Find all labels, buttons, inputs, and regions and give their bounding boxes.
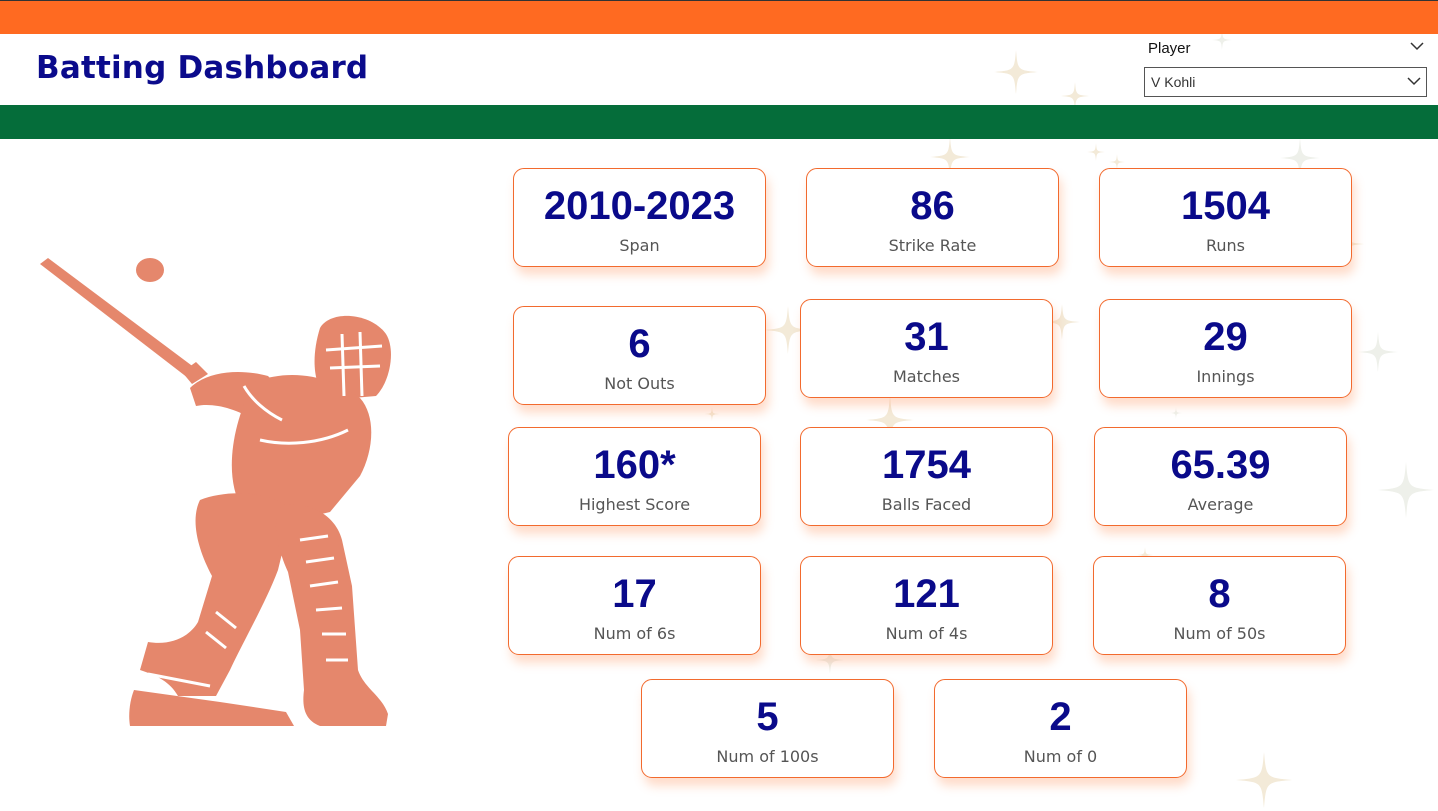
stat-card-not-outs: 6 Not Outs xyxy=(513,306,766,405)
stat-card-ducks: 2 Num of 0 xyxy=(934,679,1187,778)
stat-label: Num of 100s xyxy=(716,747,819,766)
stat-value: 6 xyxy=(628,322,651,366)
stat-label: Highest Score xyxy=(578,495,691,514)
stat-card-runs: 1504 Runs xyxy=(1099,168,1352,267)
stat-label: Num of 4s xyxy=(885,624,968,643)
stat-value: 86 xyxy=(910,184,955,228)
stat-label: Span xyxy=(619,236,660,255)
stat-value: 1754 xyxy=(882,443,971,487)
player-dropdown-value: V Kohli xyxy=(1151,74,1196,90)
stat-label: Num of 50s xyxy=(1173,624,1266,643)
stat-card-innings: 29 Innings xyxy=(1099,299,1352,398)
top-accent-bar xyxy=(0,0,1438,34)
stat-label: Average xyxy=(1187,495,1254,514)
chevron-down-icon[interactable] xyxy=(1406,74,1422,88)
stat-card-fours: 121 Num of 4s xyxy=(800,556,1053,655)
stat-label: Balls Faced xyxy=(881,495,972,514)
chevron-down-icon[interactable] xyxy=(1409,39,1425,53)
stat-card-average: 65.39 Average xyxy=(1094,427,1347,526)
stat-card-span: 2010-2023 Span xyxy=(513,168,766,267)
stat-card-strike-rate: 86 Strike Rate xyxy=(806,168,1059,267)
page-title: Batting Dashboard xyxy=(36,50,369,86)
stat-label: Runs xyxy=(1205,236,1245,255)
stat-label: Num of 6s xyxy=(593,624,676,643)
stat-value: 2010-2023 xyxy=(543,184,736,228)
stat-value: 5 xyxy=(756,695,779,739)
stat-value: 29 xyxy=(1203,315,1248,359)
green-accent-bar xyxy=(0,105,1438,139)
stat-value: 1504 xyxy=(1181,184,1270,228)
stat-card-sixes: 17 Num of 6s xyxy=(508,556,761,655)
cricket-batsman-icon xyxy=(40,258,391,726)
stat-value: 31 xyxy=(904,315,949,359)
stat-card-fifties: 8 Num of 50s xyxy=(1093,556,1346,655)
slicer-label: Player xyxy=(1148,40,1191,57)
stat-value: 65.39 xyxy=(1170,443,1271,487)
stat-value: 8 xyxy=(1208,572,1231,616)
stat-value: 2 xyxy=(1049,695,1072,739)
stat-label: Strike Rate xyxy=(888,236,977,255)
stat-card-balls-faced: 1754 Balls Faced xyxy=(800,427,1053,526)
stat-value: 121 xyxy=(893,572,960,616)
stat-card-hundreds: 5 Num of 100s xyxy=(641,679,894,778)
stat-card-matches: 31 Matches xyxy=(800,299,1053,398)
stat-value: 160* xyxy=(593,443,676,487)
stat-value: 17 xyxy=(612,572,657,616)
stat-card-highest-score: 160* Highest Score xyxy=(508,427,761,526)
stat-label: Innings xyxy=(1196,367,1255,386)
player-dropdown[interactable]: V Kohli xyxy=(1144,67,1427,97)
stat-label: Not Outs xyxy=(604,374,675,393)
stat-label: Matches xyxy=(893,367,960,386)
stat-label: Num of 0 xyxy=(1023,747,1098,766)
dashboard-canvas: Batting Dashboard Player V Kohli 2010-20… xyxy=(0,0,1438,811)
